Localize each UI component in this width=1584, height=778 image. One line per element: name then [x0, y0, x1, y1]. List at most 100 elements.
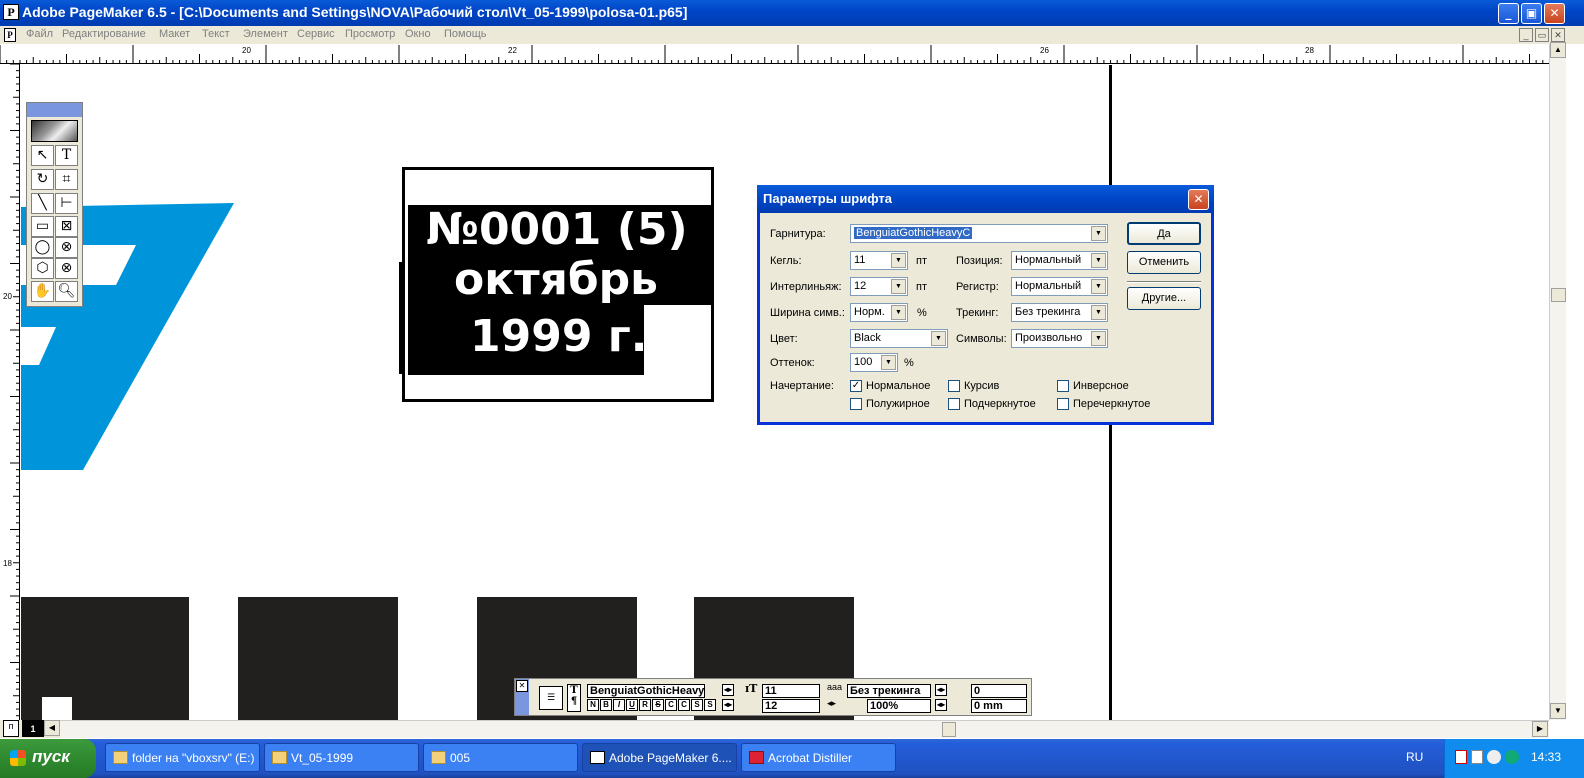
- baseline-shift-field[interactable]: 0 mm: [971, 699, 1027, 713]
- small-caps-style-button[interactable]: C: [678, 699, 690, 711]
- crop-tool-icon[interactable]: ⌗: [55, 169, 78, 190]
- chevron-down-icon[interactable]: ▼: [881, 355, 896, 370]
- pdf-tray-icon[interactable]: [1455, 750, 1467, 764]
- rectangle-frame-tool-icon[interactable]: ⊠: [55, 216, 78, 237]
- bold-checkbox[interactable]: [850, 398, 862, 410]
- doc-close-button[interactable]: ✕: [1551, 28, 1565, 42]
- font-size-field[interactable]: 11: [762, 684, 820, 698]
- horizontal-scroll-thumb[interactable]: [942, 722, 956, 737]
- apply-icon[interactable]: ☰: [539, 686, 563, 710]
- minimize-button[interactable]: _: [1498, 3, 1519, 24]
- tracking-field[interactable]: Без трекинга: [847, 684, 931, 698]
- subscript-style-button[interactable]: S: [704, 699, 716, 711]
- case-select[interactable]: Нормальный ▼: [1011, 277, 1108, 296]
- chevron-down-icon[interactable]: ▼: [931, 331, 946, 346]
- tracking-select[interactable]: Без трекинга ▼: [1011, 303, 1108, 322]
- menu-file[interactable]: Файл: [26, 28, 53, 40]
- pointer-tool-icon[interactable]: ↖: [31, 145, 54, 166]
- toolbox-palette[interactable]: ↖ T ↻ ⌗ ╲ ⊢ ▭ ⊠ ◯ ⊗ ⬡ ⊗ ✋ 🔍︎: [26, 102, 83, 307]
- ok-button[interactable]: Да: [1127, 222, 1201, 245]
- hand-tool-icon[interactable]: ✋: [31, 281, 54, 302]
- chevron-down-icon[interactable]: ▼: [891, 279, 906, 294]
- text-frame-handle[interactable]: [399, 262, 402, 374]
- kerning-field[interactable]: 0: [971, 684, 1027, 698]
- dialog-title[interactable]: Параметры шрифта: [757, 185, 1214, 213]
- vertical-ruler[interactable]: 20 18: [0, 64, 20, 720]
- document-tray-icon[interactable]: [1471, 750, 1483, 764]
- chevron-down-icon[interactable]: ▼: [1091, 253, 1106, 268]
- text-frame[interactable]: №0001 (5) октябрь 1999 г.: [399, 167, 714, 402]
- close-icon[interactable]: ✕: [516, 680, 528, 692]
- pagemaker-app-icon[interactable]: P: [3, 4, 19, 20]
- chevron-right-icon[interactable]: ▶: [1532, 721, 1548, 737]
- task-folder-vboxsrv[interactable]: folder на "vboxsrv" (E:): [105, 743, 260, 772]
- normal-style-button[interactable]: N: [587, 699, 599, 711]
- toolbox-title-bar[interactable]: [27, 103, 82, 117]
- menu-window[interactable]: Окно: [405, 28, 431, 40]
- polygon-tool-icon[interactable]: ⬡: [31, 258, 54, 279]
- year-line[interactable]: 1999 г.: [408, 305, 647, 375]
- menu-view[interactable]: Просмотр: [345, 28, 395, 40]
- issue-number-line[interactable]: №0001 (5): [408, 205, 712, 255]
- text-tool-icon[interactable]: T: [55, 145, 78, 166]
- font-select[interactable]: BenguiatGothicHeavyC ▼: [850, 224, 1108, 243]
- menu-type[interactable]: Текст: [202, 28, 230, 40]
- italic-style-button[interactable]: I: [613, 699, 625, 711]
- width-select[interactable]: Норм. ▼: [850, 303, 908, 322]
- menu-edit[interactable]: Редактирование: [62, 28, 146, 40]
- polygon-frame-tool-icon[interactable]: ⊗: [55, 258, 78, 279]
- vertical-scroll-thumb[interactable]: [1551, 288, 1566, 302]
- chevron-up-icon[interactable]: ▲: [1550, 42, 1566, 58]
- horizontal-scrollbar[interactable]: ▶: [60, 720, 1549, 738]
- chevron-down-icon[interactable]: ▼: [1550, 703, 1566, 719]
- position-select[interactable]: Нормальный ▼: [1011, 251, 1108, 270]
- chevron-left-icon[interactable]: ◀: [44, 720, 60, 736]
- size-nudge-icon[interactable]: ◂▸: [722, 684, 734, 696]
- kerning-nudge-icon[interactable]: ◂▸: [935, 684, 947, 696]
- character-view-icon[interactable]: T ¶: [567, 684, 581, 712]
- normal-checkbox[interactable]: ✓: [850, 380, 862, 392]
- strikethrough-checkbox[interactable]: [1057, 398, 1069, 410]
- leading-field[interactable]: 12: [762, 699, 820, 713]
- line-tool-icon[interactable]: ╲: [31, 193, 54, 214]
- close-button[interactable]: ✕: [1544, 3, 1565, 24]
- size-select[interactable]: 11 ▼: [850, 251, 908, 270]
- menu-help[interactable]: Помощь: [444, 28, 487, 40]
- leading-select[interactable]: 12 ▼: [850, 277, 908, 296]
- task-vt-05-1999[interactable]: Vt_05-1999: [264, 743, 419, 772]
- horizontal-ruler[interactable]: 20 22 26 28: [0, 44, 1566, 64]
- color-select[interactable]: Black ▼: [850, 329, 948, 348]
- width-nudge-icon[interactable]: ◂▸: [827, 698, 836, 709]
- constrained-line-tool-icon[interactable]: ⊢: [55, 193, 78, 214]
- dialog-close-button[interactable]: ✕: [1188, 189, 1209, 210]
- zoom-tool-icon[interactable]: 🔍︎: [55, 281, 78, 302]
- chevron-down-icon[interactable]: ▼: [1091, 226, 1106, 241]
- caps-style-button[interactable]: C: [665, 699, 677, 711]
- chevron-down-icon[interactable]: ▼: [1091, 331, 1106, 346]
- underline-style-button[interactable]: U: [626, 699, 638, 711]
- month-line[interactable]: октябрь: [408, 255, 712, 305]
- reverse-style-button[interactable]: R: [639, 699, 651, 711]
- chevron-down-icon[interactable]: ▼: [1091, 305, 1106, 320]
- doc-restore-button[interactable]: ▭: [1535, 28, 1549, 42]
- task-pagemaker[interactable]: Adobe PageMaker 6....: [582, 743, 737, 772]
- menu-element[interactable]: Элемент: [243, 28, 288, 40]
- speaker-tray-icon[interactable]: [1487, 750, 1501, 764]
- task-acrobat-distiller[interactable]: Acrobat Distiller: [741, 743, 896, 772]
- maximize-button[interactable]: ▣: [1521, 3, 1542, 24]
- superscript-style-button[interactable]: S: [691, 699, 703, 711]
- chevron-down-icon[interactable]: ▼: [1091, 279, 1106, 294]
- symbols-select[interactable]: Произвольно ▼: [1011, 329, 1108, 348]
- start-button[interactable]: пуск: [0, 739, 96, 778]
- language-indicator[interactable]: RU: [1406, 750, 1423, 764]
- network-tray-icon[interactable]: [1505, 750, 1519, 764]
- bold-style-button[interactable]: B: [600, 699, 612, 711]
- other-button[interactable]: Другие...: [1127, 287, 1201, 310]
- rotate-tool-icon[interactable]: ↻: [31, 169, 54, 190]
- chevron-down-icon[interactable]: ▼: [891, 305, 906, 320]
- clock[interactable]: 14:33: [1531, 750, 1561, 764]
- underline-checkbox[interactable]: [948, 398, 960, 410]
- control-palette-title-bar[interactable]: ✕: [515, 679, 529, 715]
- baseline-nudge-icon[interactable]: ◂▸: [935, 699, 947, 711]
- cancel-button[interactable]: Отменить: [1127, 251, 1201, 274]
